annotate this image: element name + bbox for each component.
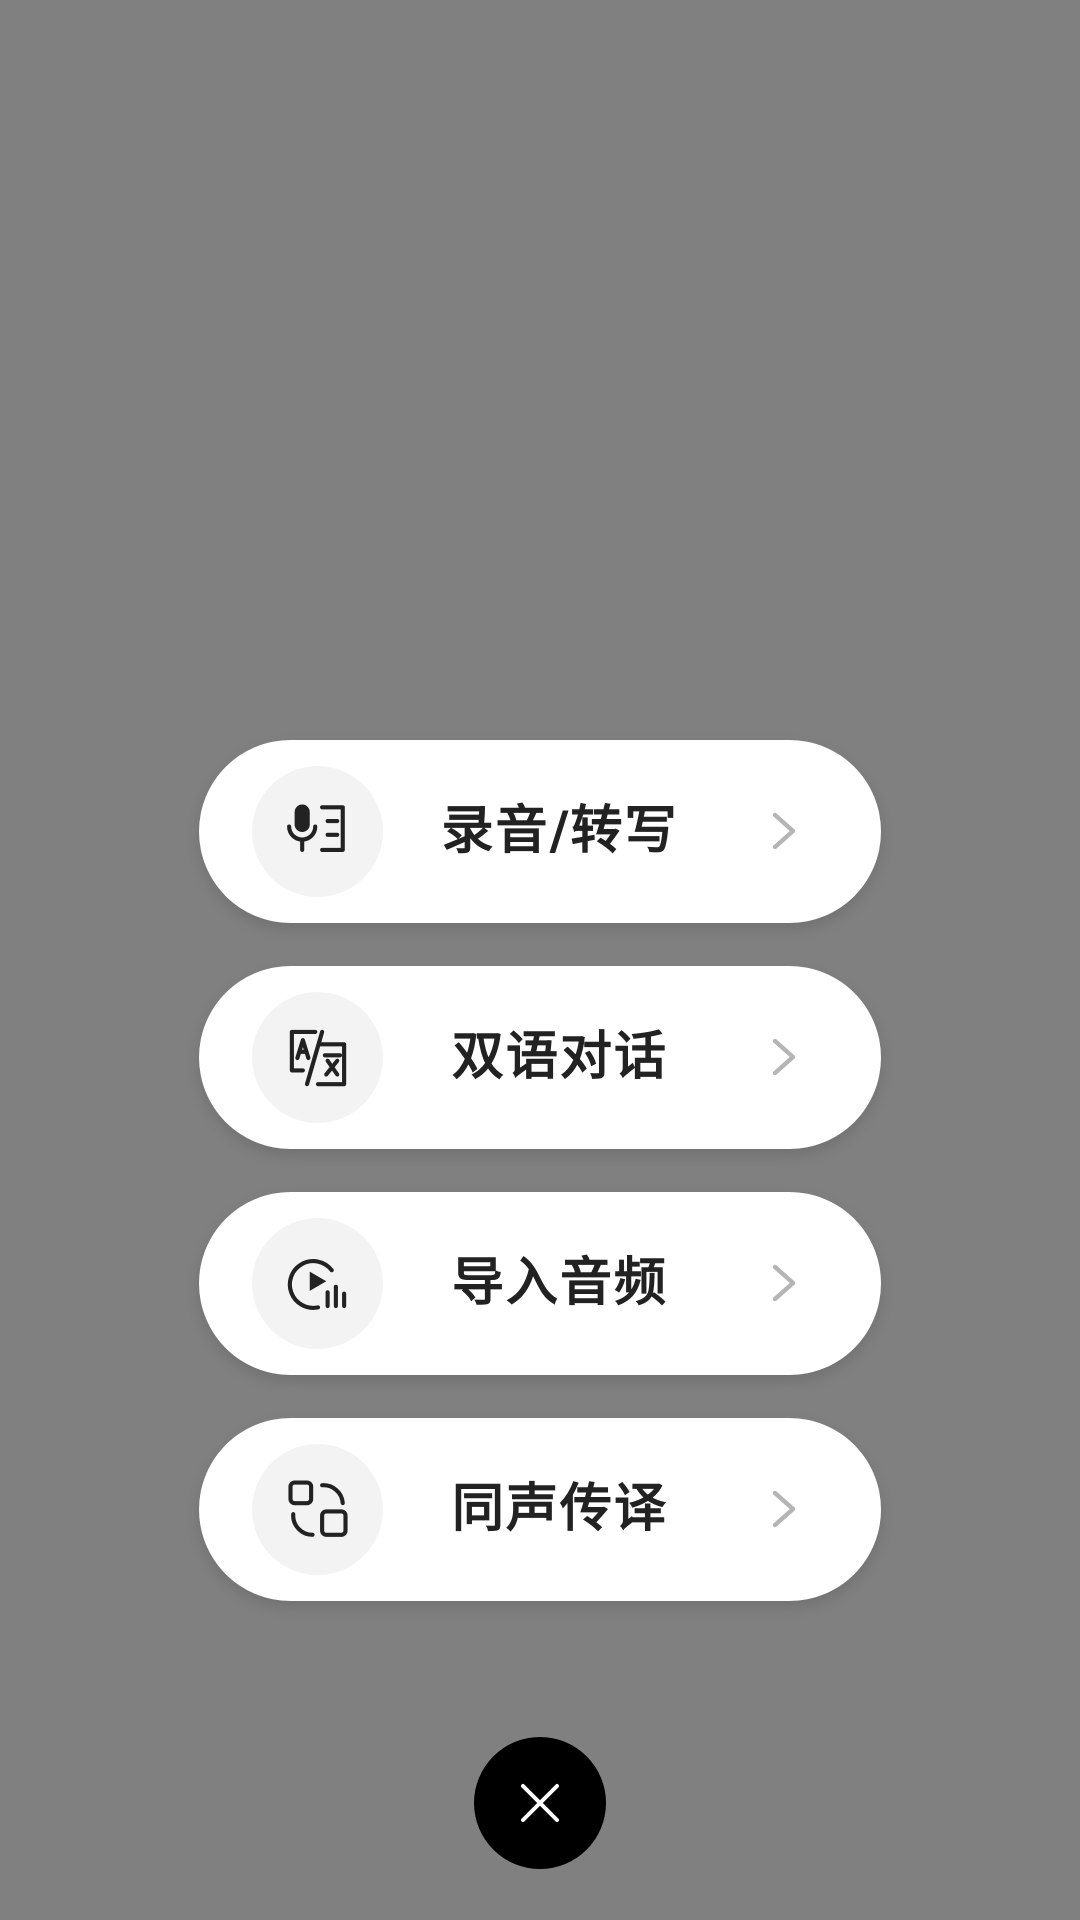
menu-item-record-transcribe[interactable]: 录音/转写: [199, 740, 881, 923]
chevron-right-icon: [763, 1263, 803, 1303]
menu-item-label: 双语对话: [451, 1027, 668, 1087]
menu-item-label: 导入音频: [451, 1253, 668, 1313]
menu-item-label: 录音/转写: [441, 801, 679, 861]
translate-icon: [252, 992, 383, 1123]
menu-item-label: 同声传译: [451, 1479, 668, 1539]
chevron-right-icon: [763, 811, 803, 851]
mic-transcribe-icon: [252, 766, 383, 897]
import-audio-icon: [252, 1218, 383, 1349]
close-button[interactable]: [474, 1737, 606, 1869]
chevron-right-icon: [763, 1037, 803, 1077]
close-icon: [521, 1784, 559, 1822]
simultaneous-interpretation-icon: [252, 1444, 383, 1575]
menu-item-bilingual-dialogue[interactable]: 双语对话: [199, 966, 881, 1149]
chevron-right-icon: [763, 1489, 803, 1529]
menu-item-import-audio[interactable]: 导入音频: [199, 1192, 881, 1375]
menu-item-simultaneous-interpretation[interactable]: 同声传译: [199, 1418, 881, 1601]
